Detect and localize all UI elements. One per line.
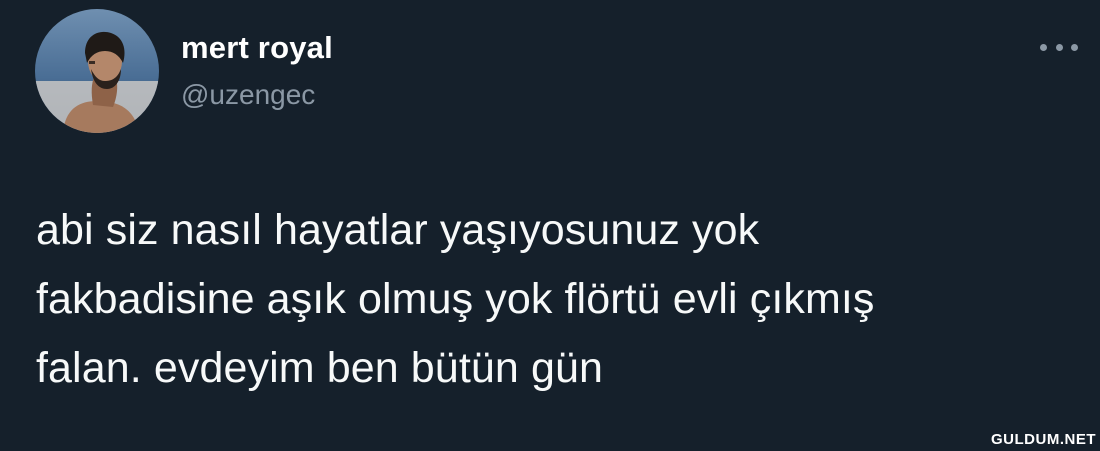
more-horizontal-icon-dot — [1055, 43, 1063, 51]
tweet-text-line: fakbadisine aşık olmuş yok flörtü evli ç… — [36, 275, 875, 323]
more-horizontal-icon — [1040, 43, 1047, 51]
username-handle[interactable]: @uzengec — [181, 79, 315, 111]
tweet-card: mert royal @uzengec abi siz nasıl hayatl… — [0, 0, 1100, 451]
tweet-text-line: falan. evdeyim ben bütün gün — [36, 344, 603, 392]
tweet-text: abi siz nasıl hayatlar yaşıyosunuz yok f… — [36, 196, 1076, 403]
profile-photo-icon — [35, 9, 159, 133]
avatar[interactable] — [35, 9, 159, 133]
more-options-button[interactable] — [1036, 32, 1082, 62]
display-name[interactable]: mert royal — [181, 30, 333, 66]
tweet-text-line: abi siz nasıl hayatlar yaşıyosunuz yok — [36, 206, 760, 254]
watermark: GULDUM.NET — [991, 431, 1096, 448]
more-horizontal-icon-dot — [1071, 43, 1078, 51]
